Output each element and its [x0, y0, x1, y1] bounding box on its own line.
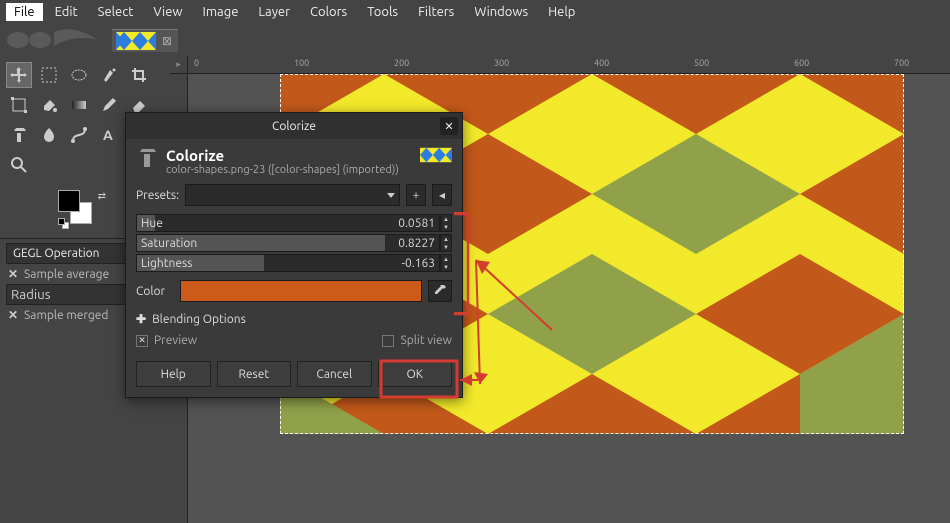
menu-filters[interactable]: Filters	[410, 3, 462, 21]
blending-options-expander[interactable]: ✚ Blending Options	[126, 308, 462, 330]
chrome-row: ⊠	[0, 24, 950, 56]
colorize-dialog: Colorize ✕ Colorize color-shapes.png-23 …	[125, 112, 463, 398]
lightness-slider[interactable]: Lightness -0.163 ▲▼	[126, 254, 462, 272]
hue-spinner[interactable]: ▲▼	[440, 214, 452, 232]
svg-text:A: A	[103, 127, 113, 143]
preview-checkbox[interactable]: ✕Preview	[136, 334, 197, 347]
menu-image[interactable]: Image	[195, 3, 247, 21]
presets-combo[interactable]	[185, 184, 400, 206]
move-tool-icon[interactable]	[6, 62, 32, 88]
presets-label: Presets:	[136, 189, 179, 202]
dialog-subheading: color-shapes.png-23 ([color-shapes] (imp…	[166, 164, 399, 176]
menu-select[interactable]: Select	[90, 3, 142, 21]
clone-tool-icon[interactable]	[6, 122, 32, 148]
zoom-tool-icon[interactable]	[6, 152, 32, 178]
menu-edit[interactable]: Edit	[47, 3, 86, 21]
default-colors-icon[interactable]	[58, 218, 70, 230]
fg-bg-color-widget[interactable]: ⇄	[58, 190, 108, 230]
crop-tool-icon[interactable]	[126, 62, 152, 88]
tab-close-icon[interactable]: ⊠	[160, 34, 174, 48]
colorize-header-icon	[136, 147, 158, 169]
fg-color-swatch[interactable]	[58, 190, 80, 212]
reset-button[interactable]: Reset	[217, 361, 292, 387]
menu-layer[interactable]: Layer	[250, 3, 298, 21]
dialog-titlebar[interactable]: Colorize ✕	[126, 113, 462, 139]
dialog-preview-thumb-icon	[420, 147, 452, 163]
fuzzy-select-tool-icon[interactable]	[96, 62, 122, 88]
smudge-tool-icon[interactable]	[36, 122, 62, 148]
expander-plus-icon: ✚	[136, 312, 146, 326]
preset-menu-icon[interactable]: ◂	[432, 184, 452, 206]
color-swatch[interactable]	[180, 280, 422, 302]
dialog-heading: Colorize	[166, 147, 399, 164]
image-tab[interactable]: ⊠	[112, 29, 178, 52]
menu-file[interactable]: File	[6, 3, 43, 21]
ok-button[interactable]: OK	[378, 361, 453, 387]
gradient-tool-icon[interactable]	[66, 92, 92, 118]
bucket-fill-tool-icon[interactable]	[36, 92, 62, 118]
menu-windows[interactable]: Windows	[466, 3, 536, 21]
free-select-tool-icon[interactable]	[66, 62, 92, 88]
horizontal-ruler[interactable]: 0 100 200 300 400 500 600 700	[188, 56, 950, 74]
menu-colors[interactable]: Colors	[302, 3, 355, 21]
lightness-spinner[interactable]: ▲▼	[440, 254, 452, 272]
saturation-slider[interactable]: Saturation 0.8227 ▲▼	[126, 234, 462, 252]
hue-slider[interactable]: Hue 0.0581 ▲▼	[126, 214, 462, 232]
dialog-title: Colorize	[272, 120, 316, 133]
transform-tool-icon[interactable]	[6, 92, 32, 118]
chevron-down-icon	[387, 193, 395, 198]
menu-view[interactable]: View	[145, 3, 190, 21]
pencil-tool-icon[interactable]	[96, 92, 122, 118]
menu-tools[interactable]: Tools	[359, 3, 406, 21]
cancel-button[interactable]: Cancel	[297, 361, 372, 387]
dialog-close-icon[interactable]: ✕	[440, 117, 458, 135]
color-picker-icon[interactable]	[428, 280, 452, 302]
add-preset-icon[interactable]: +	[406, 184, 426, 206]
ruler-origin-icon[interactable]: ▸	[170, 56, 188, 74]
saturation-spinner[interactable]: ▲▼	[440, 234, 452, 252]
help-button[interactable]: Help	[136, 361, 211, 387]
menu-bar: File Edit Select View Image Layer Colors…	[0, 0, 950, 24]
text-tool-icon[interactable]: A	[96, 122, 122, 148]
color-label: Color	[136, 285, 174, 298]
rect-select-tool-icon[interactable]	[36, 62, 62, 88]
menu-help[interactable]: Help	[540, 3, 583, 21]
swap-colors-icon[interactable]: ⇄	[98, 190, 106, 202]
tab-thumbnail-icon	[116, 32, 156, 50]
split-view-checkbox[interactable]: Split view	[382, 334, 452, 347]
path-tool-icon[interactable]	[66, 122, 92, 148]
gimp-logo-icon	[4, 28, 104, 52]
